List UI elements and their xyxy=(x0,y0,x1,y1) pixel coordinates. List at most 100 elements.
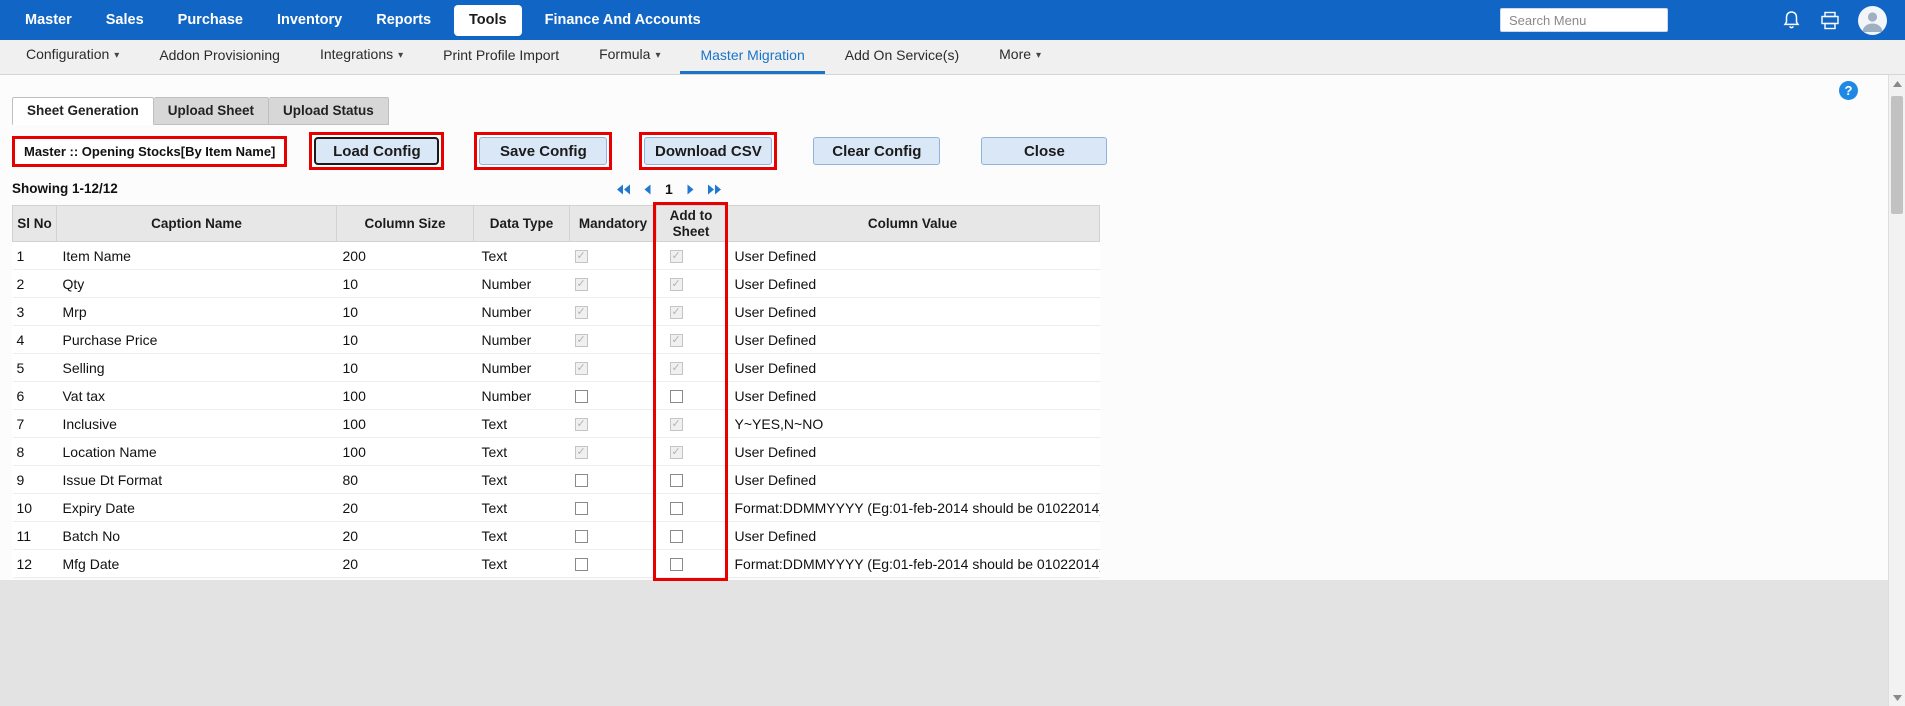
close-button[interactable]: Close xyxy=(981,137,1107,165)
tab-upload-status[interactable]: Upload Status xyxy=(269,97,389,125)
subnav-item-label: Configuration xyxy=(26,46,109,62)
clear-config-button[interactable]: Clear Config xyxy=(813,137,940,165)
next-page-icon[interactable] xyxy=(683,183,698,196)
cell-column-size: 100 xyxy=(337,382,474,410)
add-to-sheet-checkbox[interactable] xyxy=(670,390,683,403)
cell-add-to-sheet xyxy=(657,242,726,270)
vertical-scrollbar[interactable] xyxy=(1888,75,1905,706)
showing-records-label: Showing 1-12/12 xyxy=(12,181,118,196)
add-to-sheet-checkbox[interactable] xyxy=(670,474,683,487)
cell-column-size: 20 xyxy=(337,550,474,578)
subnav-item-label: Master Migration xyxy=(700,47,804,63)
cell-sl-no: 11 xyxy=(13,522,57,550)
subnav-item-label: Integrations xyxy=(320,46,393,62)
nav-item-reports[interactable]: Reports xyxy=(359,0,448,40)
cell-add-to-sheet xyxy=(657,326,726,354)
tab-sheet-generation[interactable]: Sheet Generation xyxy=(12,97,154,125)
mandatory-checkbox[interactable] xyxy=(575,306,588,319)
add-to-sheet-checkbox[interactable] xyxy=(670,446,683,459)
cell-column-value: Format:DDMMYYYY (Eg:01-feb-2014 should b… xyxy=(726,550,1100,578)
add-to-sheet-checkbox[interactable] xyxy=(670,558,683,571)
nav-item-tools[interactable]: Tools xyxy=(454,5,522,36)
subnav-item-formula[interactable]: Formula▾ xyxy=(579,39,680,75)
table-row: 9 Issue Dt Format 80 Text User Defined xyxy=(13,466,1100,494)
add-to-sheet-checkbox[interactable] xyxy=(670,530,683,543)
cell-data-type: Number xyxy=(474,326,570,354)
add-to-sheet-checkbox[interactable] xyxy=(670,362,683,375)
save-config-button[interactable]: Save Config xyxy=(479,137,607,165)
nav-item-sales[interactable]: Sales xyxy=(89,0,161,40)
subnav-item-label: More xyxy=(999,46,1031,62)
printer-icon[interactable] xyxy=(1819,9,1841,31)
mandatory-checkbox[interactable] xyxy=(575,558,588,571)
table-row: 3 Mrp 10 Number User Defined xyxy=(13,298,1100,326)
mandatory-checkbox[interactable] xyxy=(575,334,588,347)
mandatory-checkbox[interactable] xyxy=(575,390,588,403)
cell-sl-no: 6 xyxy=(13,382,57,410)
add-to-sheet-checkbox[interactable] xyxy=(670,334,683,347)
annotation-box-load-config: Load Config xyxy=(309,132,444,170)
cell-mandatory xyxy=(570,410,657,438)
subnav-item-configuration[interactable]: Configuration▾ xyxy=(6,39,139,75)
add-to-sheet-checkbox[interactable] xyxy=(670,278,683,291)
subnav-item-more[interactable]: More▾ xyxy=(979,39,1061,75)
add-to-sheet-checkbox[interactable] xyxy=(670,250,683,263)
cell-caption-name: Qty xyxy=(57,270,337,298)
nav-item-inventory[interactable]: Inventory xyxy=(260,0,359,40)
table-row: 6 Vat tax 100 Number User Defined xyxy=(13,382,1100,410)
add-to-sheet-checkbox[interactable] xyxy=(670,418,683,431)
mandatory-checkbox[interactable] xyxy=(575,278,588,291)
nav-item-finance-and-accounts[interactable]: Finance And Accounts xyxy=(528,0,718,40)
mandatory-checkbox[interactable] xyxy=(575,530,588,543)
help-icon[interactable]: ? xyxy=(1839,81,1858,100)
subnav-item-print-profile-import[interactable]: Print Profile Import xyxy=(423,40,579,74)
topbar-icon-group xyxy=(1780,6,1887,35)
header-column-value: Column Value xyxy=(726,206,1100,242)
add-to-sheet-checkbox[interactable] xyxy=(670,306,683,319)
scrollbar-thumb[interactable] xyxy=(1891,96,1903,214)
add-to-sheet-checkbox[interactable] xyxy=(670,502,683,515)
subnav-item-master-migration[interactable]: Master Migration xyxy=(680,40,824,74)
column-config-table-wrap: Sl No Caption Name Column Size Data Type… xyxy=(12,205,1099,578)
current-page-number: 1 xyxy=(664,181,674,197)
subnav-item-add-on-services[interactable]: Add On Service(s) xyxy=(825,40,979,74)
cell-data-type: Number xyxy=(474,270,570,298)
cell-mandatory xyxy=(570,438,657,466)
cell-sl-no: 1 xyxy=(13,242,57,270)
mandatory-checkbox[interactable] xyxy=(575,418,588,431)
subnav-item-addon-provisioning[interactable]: Addon Provisioning xyxy=(139,40,300,74)
nav-item-purchase[interactable]: Purchase xyxy=(161,0,260,40)
mandatory-checkbox[interactable] xyxy=(575,250,588,263)
notification-bell-icon[interactable] xyxy=(1780,9,1802,31)
top-navigation-bar: Master Sales Purchase Inventory Reports … xyxy=(0,0,1905,40)
cell-caption-name: Inclusive xyxy=(57,410,337,438)
load-config-button[interactable]: Load Config xyxy=(314,137,439,165)
search-menu-input[interactable] xyxy=(1500,8,1668,32)
table-row: 2 Qty 10 Number User Defined xyxy=(13,270,1100,298)
mandatory-checkbox[interactable] xyxy=(575,502,588,515)
cell-column-size: 20 xyxy=(337,522,474,550)
user-avatar[interactable] xyxy=(1858,6,1887,35)
cell-column-size: 80 xyxy=(337,466,474,494)
scroll-down-icon[interactable] xyxy=(1889,689,1905,706)
scroll-up-icon[interactable] xyxy=(1889,75,1905,92)
column-config-table: Sl No Caption Name Column Size Data Type… xyxy=(12,205,1100,578)
last-page-icon[interactable] xyxy=(707,183,722,196)
nav-item-master[interactable]: Master xyxy=(8,0,89,40)
cell-column-value: Format:DDMMYYYY (Eg:01-feb-2014 should b… xyxy=(726,494,1100,522)
mandatory-checkbox[interactable] xyxy=(575,474,588,487)
subnav-item-integrations[interactable]: Integrations▾ xyxy=(300,39,423,75)
table-header-row: Sl No Caption Name Column Size Data Type… xyxy=(13,206,1100,242)
mandatory-checkbox[interactable] xyxy=(575,446,588,459)
tab-upload-sheet[interactable]: Upload Sheet xyxy=(154,97,269,125)
cell-column-size: 10 xyxy=(337,270,474,298)
download-csv-button[interactable]: Download CSV xyxy=(644,137,772,165)
cell-add-to-sheet xyxy=(657,354,726,382)
mandatory-checkbox[interactable] xyxy=(575,362,588,375)
first-page-icon[interactable] xyxy=(616,183,631,196)
cell-data-type: Text xyxy=(474,522,570,550)
previous-page-icon[interactable] xyxy=(640,183,655,196)
table-row: 12 Mfg Date 20 Text Format:DDMMYYYY (Eg:… xyxy=(13,550,1100,578)
master-selection-label[interactable]: Master :: Opening Stocks[By Item Name] xyxy=(15,139,284,164)
table-row: 1 Item Name 200 Text User Defined xyxy=(13,242,1100,270)
